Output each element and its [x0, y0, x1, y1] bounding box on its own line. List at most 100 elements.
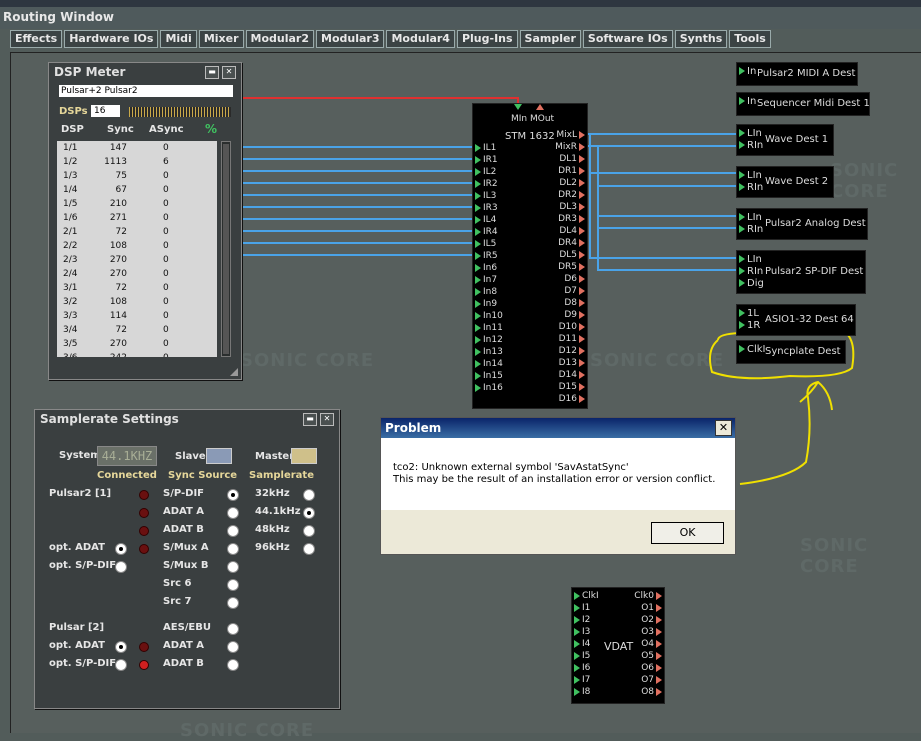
- sync-src-radio[interactable]: [227, 507, 239, 519]
- input-port[interactable]: LIn: [739, 170, 763, 182]
- opt-adat-radio[interactable]: [115, 543, 127, 555]
- input-port[interactable]: IL3: [475, 190, 503, 202]
- rate-radio[interactable]: [303, 489, 315, 501]
- output-port[interactable]: Clk0: [634, 590, 662, 602]
- output-port[interactable]: D12: [555, 345, 585, 357]
- sync-src-radio[interactable]: [227, 525, 239, 537]
- sync-src-radio[interactable]: [227, 597, 239, 609]
- input-port[interactable]: I4: [574, 638, 599, 650]
- output-port[interactable]: DR2: [555, 189, 585, 201]
- output-port[interactable]: O1: [634, 602, 662, 614]
- output-port[interactable]: D13: [555, 357, 585, 369]
- rate-radio[interactable]: [303, 543, 315, 555]
- input-port[interactable]: In9: [475, 298, 503, 310]
- midi-out-port-icon[interactable]: [536, 104, 544, 110]
- input-port[interactable]: IR4: [475, 226, 503, 238]
- slave-button[interactable]: [206, 448, 232, 464]
- destination-module[interactable]: LIn RIn Dig Pulsar2 SP-DIF Dest: [736, 250, 866, 294]
- opt-spdif-radio[interactable]: [115, 561, 127, 573]
- input-port[interactable]: In14: [475, 358, 503, 370]
- percent-icon[interactable]: %: [205, 122, 217, 136]
- device-field[interactable]: Pulsar+2 Pulsar2: [59, 85, 233, 97]
- close-button[interactable]: ✕: [222, 66, 236, 79]
- sync-src-radio[interactable]: [227, 579, 239, 591]
- input-port[interactable]: RIn: [739, 266, 764, 278]
- resize-grip-icon[interactable]: [230, 368, 238, 376]
- sync-src-radio[interactable]: [227, 489, 239, 501]
- sync-src-radio[interactable]: [227, 641, 239, 653]
- input-port[interactable]: In13: [475, 346, 503, 358]
- input-port[interactable]: IL1: [475, 142, 503, 154]
- rate-radio[interactable]: [303, 525, 315, 537]
- input-port[interactable]: 1L: [739, 308, 760, 320]
- opt-adat-radio[interactable]: [115, 641, 127, 653]
- output-port[interactable]: O7: [634, 674, 662, 686]
- dsps-value[interactable]: 16: [91, 105, 120, 117]
- vdat-module[interactable]: VDAT ClkI I1 I2 I3 I4 I5 I6 I7 I8 Clk0 O1 O2 O3 O4 O5…: [571, 587, 665, 704]
- input-port[interactable]: IR1: [475, 154, 503, 166]
- menu-synths[interactable]: Synths: [674, 30, 728, 48]
- dialog-close-icon[interactable]: ✕: [715, 420, 732, 436]
- input-port[interactable]: RIn: [739, 140, 763, 152]
- close-button[interactable]: ✕: [320, 413, 334, 426]
- sync-src-radio[interactable]: [227, 623, 239, 635]
- ok-button[interactable]: OK: [651, 522, 724, 544]
- output-port[interactable]: D10: [555, 321, 585, 333]
- input-port[interactable]: IR3: [475, 202, 503, 214]
- output-port[interactable]: O8: [634, 686, 662, 698]
- output-port[interactable]: D7: [555, 285, 585, 297]
- input-port[interactable]: In7: [475, 274, 503, 286]
- samplerate-settings-panel[interactable]: Samplerate Settings ▬ ✕ System 44.1KHZ S…: [34, 409, 340, 709]
- menu-modular4[interactable]: Modular4: [386, 30, 455, 48]
- output-port[interactable]: DR4: [555, 237, 585, 249]
- output-port[interactable]: MixR: [555, 141, 585, 153]
- input-port[interactable]: RIn: [739, 182, 763, 194]
- output-port[interactable]: O4: [634, 638, 662, 650]
- input-port[interactable]: I7: [574, 674, 599, 686]
- output-port[interactable]: D8: [555, 297, 585, 309]
- output-port[interactable]: DR3: [555, 213, 585, 225]
- input-port[interactable]: LIn: [739, 212, 763, 224]
- input-port[interactable]: In15: [475, 370, 503, 382]
- minimize-button[interactable]: ▬: [205, 66, 219, 79]
- sync-src-radio[interactable]: [227, 543, 239, 555]
- rate-radio[interactable]: [303, 507, 315, 519]
- input-port[interactable]: In: [739, 96, 756, 108]
- stm-1632-module[interactable]: MIn MOut STM 1632 IL1 IR1 IL2 IR2 IL3 IR3 IL4 I…: [472, 103, 588, 409]
- output-port[interactable]: D15: [555, 381, 585, 393]
- output-port[interactable]: D16: [555, 393, 585, 405]
- menu-modular3[interactable]: Modular3: [316, 30, 385, 48]
- output-port[interactable]: DL2: [555, 177, 585, 189]
- input-port[interactable]: Dig: [739, 278, 764, 290]
- input-port[interactable]: IL5: [475, 238, 503, 250]
- input-port[interactable]: In10: [475, 310, 503, 322]
- output-port[interactable]: D11: [555, 333, 585, 345]
- input-port[interactable]: In12: [475, 334, 503, 346]
- menu-midi[interactable]: Midi: [160, 30, 197, 48]
- input-port[interactable]: IR2: [475, 178, 503, 190]
- destination-module[interactable]: In Pulsar2 MIDI A Dest: [736, 62, 858, 86]
- menu-modular2[interactable]: Modular2: [245, 30, 314, 48]
- menu-plugins[interactable]: Plug-Ins: [456, 30, 518, 48]
- input-port[interactable]: In6: [475, 262, 503, 274]
- output-port[interactable]: DR1: [555, 165, 585, 177]
- menu-software-ios[interactable]: Software IOs: [582, 30, 673, 48]
- output-port[interactable]: MixL: [555, 129, 585, 141]
- input-port[interactable]: In: [739, 66, 756, 78]
- output-port[interactable]: O2: [634, 614, 662, 626]
- output-port[interactable]: D14: [555, 369, 585, 381]
- input-port[interactable]: I3: [574, 626, 599, 638]
- output-port[interactable]: DL5: [555, 249, 585, 261]
- sync-src-radio[interactable]: [227, 659, 239, 671]
- destination-module[interactable]: LIn RIn Wave Dest 2: [736, 166, 834, 198]
- input-port[interactable]: LIn: [739, 128, 763, 140]
- output-port[interactable]: DL4: [555, 225, 585, 237]
- output-port[interactable]: O6: [634, 662, 662, 674]
- problem-dialog[interactable]: Problem ✕ tco2: Unknown external symbol …: [380, 417, 736, 555]
- output-port[interactable]: O5: [634, 650, 662, 662]
- input-port[interactable]: RIn: [739, 224, 763, 236]
- input-port[interactable]: IR5: [475, 250, 503, 262]
- input-port[interactable]: 1R: [739, 320, 760, 332]
- input-port[interactable]: I2: [574, 614, 599, 626]
- destination-module[interactable]: LIn RIn Wave Dest 1: [736, 124, 834, 156]
